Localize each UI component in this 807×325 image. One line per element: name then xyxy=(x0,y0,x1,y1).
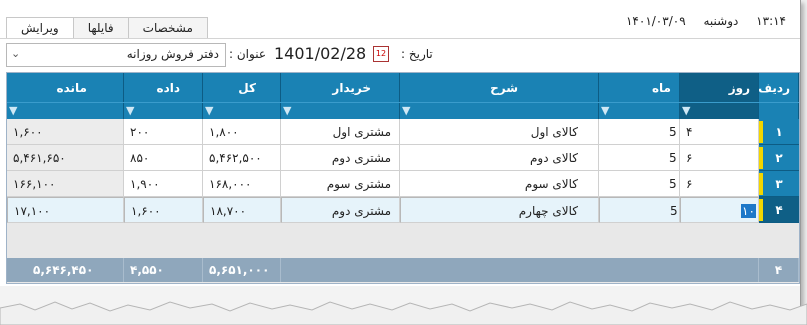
title-select-value: دفتر فروش روزانه xyxy=(126,47,219,61)
cell-buyer[interactable]: مشتری سوم xyxy=(281,171,400,197)
cell-remain: ۱,۶۰۰ xyxy=(7,119,124,145)
cell-buyer[interactable]: مشتری اول xyxy=(281,119,400,145)
weekday: دوشنبه xyxy=(703,14,739,28)
filter-icon[interactable]: ▼ xyxy=(283,105,295,117)
footer-spacer xyxy=(281,258,759,282)
cell-total[interactable]: ۱۸,۷۰۰ xyxy=(203,197,281,223)
current-date: ۱۴۰۱/۰۳/۰۹ xyxy=(625,14,686,28)
cell-description[interactable]: کالای دوم xyxy=(400,145,599,171)
cell-month[interactable]: 5 xyxy=(599,119,680,145)
cell-paid[interactable]: ۱,۹۰۰ xyxy=(124,171,203,197)
table-row[interactable]: ۳ ۶ 5 کالای سوم مشتری سوم ۱۶۸,۰۰۰ ۱,۹۰۰ … xyxy=(7,171,799,197)
tab-strip: ویرایش فایلها مشخصات xyxy=(6,17,208,39)
title-select[interactable]: ⌄ دفتر فروش روزانه xyxy=(6,43,226,67)
grid-footer: ۴ ۵,۶۵۱,۰۰۰ ۴,۵۵۰ ۵,۶۴۶,۴۵۰ xyxy=(7,258,799,282)
col-header-rownum[interactable]: ردیف xyxy=(758,73,799,119)
filter-icon[interactable]: ▼ xyxy=(402,105,414,117)
form-row: ⌄ دفتر فروش روزانه عنوان : 1401/02/28 12… xyxy=(0,39,800,69)
top-bar: ویرایش فایلها مشخصات ۱۳:۱۴ دوشنبه ۱۴۰۱/۰… xyxy=(0,0,800,39)
datetime-display: ۱۳:۱۴ دوشنبه ۱۴۰۱/۰۳/۰۹ xyxy=(626,14,786,28)
cell-paid[interactable]: ۱,۶۰۰ xyxy=(124,197,203,223)
date-label: تاریخ : xyxy=(401,47,433,61)
calendar-icon[interactable]: 12 xyxy=(373,46,389,62)
tab-files[interactable]: فایلها xyxy=(72,17,129,38)
col-header-paid[interactable]: داده ▼ xyxy=(124,73,203,119)
cell-description[interactable]: کالای چهارم xyxy=(400,197,599,223)
row-marker xyxy=(759,121,763,143)
filter-icon[interactable]: ▼ xyxy=(9,105,21,117)
date-field[interactable]: 1401/02/28 12 xyxy=(270,43,395,65)
row-marker xyxy=(759,173,763,195)
filter-icon[interactable]: ▼ xyxy=(682,105,694,117)
table-row-selected[interactable]: ۴ ۱۰ 5 کالای چهارم مشتری دوم ۱۸,۷۰۰ ۱,۶۰… xyxy=(7,197,799,223)
filter-icon[interactable]: ▼ xyxy=(601,105,613,117)
cell-total[interactable]: ۵,۴۶۲,۵۰۰ xyxy=(203,145,281,171)
filter-icon[interactable]: ▼ xyxy=(126,105,138,117)
main-window: ویرایش فایلها مشخصات ۱۳:۱۴ دوشنبه ۱۴۰۱/۰… xyxy=(0,0,801,318)
row-marker xyxy=(759,147,763,169)
cell-day[interactable]: ۶ xyxy=(680,171,759,197)
cell-month[interactable]: 5 xyxy=(599,171,680,197)
col-header-buyer[interactable]: خریدار ▼ xyxy=(281,73,400,119)
cell-day[interactable]: ۴ xyxy=(680,119,759,145)
cell-buyer[interactable]: مشتری دوم xyxy=(281,145,400,171)
col-header-day[interactable]: روز ▼ xyxy=(680,73,759,119)
clock-time: ۱۳:۱۴ xyxy=(756,14,786,28)
cell-remain: ۵,۴۶۱,۶۵۰ xyxy=(7,145,124,171)
footer-total: ۵,۶۵۱,۰۰۰ xyxy=(203,258,281,282)
cell-month[interactable]: 5 xyxy=(599,197,680,223)
footer-remain: ۵,۶۴۶,۴۵۰ xyxy=(7,258,124,282)
cell-description[interactable]: کالای اول xyxy=(400,119,599,145)
cell-day[interactable]: ۶ xyxy=(680,145,759,171)
cell-remain: ۱۶۶,۱۰۰ xyxy=(7,171,124,197)
edit-cursor[interactable]: ۱۰ xyxy=(741,204,756,218)
col-header-total[interactable]: کل ▼ xyxy=(203,73,281,119)
cell-description[interactable]: کالای سوم xyxy=(400,171,599,197)
cell-paid[interactable]: ۲۰۰ xyxy=(124,119,203,145)
filter-icon[interactable]: ▼ xyxy=(205,105,217,117)
footer-paid: ۴,۵۵۰ xyxy=(124,258,203,282)
col-header-month[interactable]: ماه ▼ xyxy=(599,73,680,119)
cell-total[interactable]: ۱۶۸,۰۰۰ xyxy=(203,171,281,197)
table-row[interactable]: ۱ ۴ 5 کالای اول مشتری اول ۱,۸۰۰ ۲۰۰ ۱,۶۰… xyxy=(7,119,799,145)
cell-day-editing[interactable]: ۱۰ xyxy=(680,197,759,223)
tab-properties[interactable]: مشخصات xyxy=(127,17,208,38)
cell-remain: ۱۷,۱۰۰ xyxy=(7,197,124,223)
cell-paid[interactable]: ۸۵۰ xyxy=(124,145,203,171)
date-value: 1401/02/28 xyxy=(274,44,367,63)
tab-edit[interactable]: ویرایش xyxy=(6,17,74,39)
footer-count: ۴ xyxy=(759,258,799,282)
chevron-down-icon[interactable]: ⌄ xyxy=(11,47,20,60)
torn-edge xyxy=(0,301,807,325)
cell-month[interactable]: 5 xyxy=(599,145,680,171)
row-marker xyxy=(759,199,763,221)
cell-total[interactable]: ۱,۸۰۰ xyxy=(203,119,281,145)
filter-row-divider xyxy=(7,102,799,103)
cell-buyer[interactable]: مشتری دوم xyxy=(281,197,400,223)
col-header-remain[interactable]: مانده ▼ xyxy=(7,73,124,119)
table-row[interactable]: ۲ ۶ 5 کالای دوم مشتری دوم ۵,۴۶۲,۵۰۰ ۸۵۰ … xyxy=(7,145,799,171)
title-label: عنوان : xyxy=(229,47,266,61)
data-grid: ردیف روز ▼ ماه ▼ شرح ▼ خریدار ▼ کل ▼ داد… xyxy=(6,72,800,284)
col-header-description[interactable]: شرح ▼ xyxy=(400,73,599,119)
